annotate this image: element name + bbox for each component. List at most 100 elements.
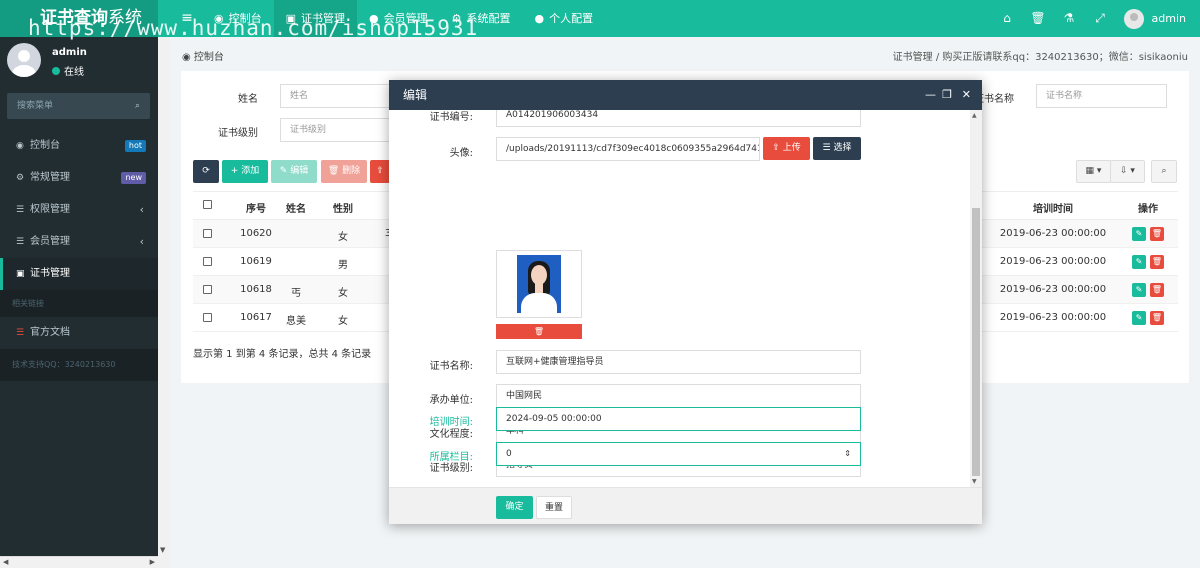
delete-row-icon[interactable]: 🗑 bbox=[1150, 255, 1164, 269]
scroll-left-icon[interactable]: ◀ bbox=[3, 558, 8, 566]
row-checkbox[interactable] bbox=[203, 257, 212, 266]
sidebar-item-dashboard[interactable]: ◉ 控制台 hot bbox=[0, 130, 158, 162]
org-label: 承办单位: bbox=[429, 395, 473, 406]
breadcrumb[interactable]: ◉ 控制台 bbox=[182, 48, 224, 63]
export-button[interactable]: ⇩ ▾ bbox=[1110, 160, 1145, 183]
sidebar-item-members[interactable]: ☰ 会员管理 ‹ bbox=[0, 226, 158, 258]
column-header-train-time[interactable]: 培训时间 bbox=[993, 200, 1113, 215]
trash-icon[interactable]: 🗑 bbox=[1023, 0, 1054, 37]
refresh-button[interactable]: ⟳ bbox=[193, 160, 219, 183]
username: admin bbox=[1151, 12, 1186, 25]
language-icon[interactable]: ⚗ bbox=[1054, 0, 1085, 37]
filter-level-input[interactable]: 证书级别 bbox=[280, 118, 390, 142]
topnav-members-label: 会员管理 bbox=[383, 12, 428, 25]
filter-name-input[interactable]: 姓名 bbox=[280, 84, 390, 108]
row-checkbox[interactable] bbox=[203, 229, 212, 238]
sidebar-item-permissions[interactable]: ☰ 权限管理 ‹ bbox=[0, 194, 158, 226]
delete-row-icon[interactable]: 🗑 bbox=[1150, 283, 1164, 297]
sidebar-item-label: 会员管理 bbox=[30, 236, 70, 247]
sidebar-item-certificates[interactable]: ▣ 证书管理 bbox=[0, 258, 158, 290]
maximize-icon[interactable]: ❐ bbox=[942, 80, 952, 110]
modal-header[interactable]: 编辑 — ❐ ✕ bbox=[389, 80, 982, 110]
avatar-path-input[interactable]: /uploads/20191113/cd7f309ec4018c0609355a… bbox=[496, 137, 760, 161]
sidebar-item-label: 控制台 bbox=[30, 140, 60, 151]
upload-button[interactable]: ⇪ 上传 bbox=[763, 137, 810, 160]
column-header-name[interactable]: 姓名 bbox=[273, 200, 319, 215]
scroll-up-icon[interactable]: ▲ bbox=[972, 112, 977, 119]
train-time-input[interactable]: 2024-09-05 00:00:00 bbox=[496, 407, 861, 431]
topnav-certificates[interactable]: ▣ 证书管理 bbox=[273, 0, 358, 37]
sidebar-item-label: 常规管理 bbox=[30, 172, 70, 183]
dashboard-icon: ◉ bbox=[214, 12, 224, 25]
modal-scrollbar[interactable]: ▲ ▼ bbox=[970, 110, 982, 487]
row-train-time: 2019-06-23 00:00:00 bbox=[999, 284, 1107, 295]
search-placeholder: 搜索菜单 bbox=[17, 101, 54, 111]
home-icon[interactable]: ⌂ bbox=[992, 0, 1023, 37]
search-icon[interactable]: ⌕ bbox=[135, 93, 140, 119]
edit-button[interactable]: ✎ 编辑 bbox=[271, 160, 317, 183]
top-navbar: 证书查询系统 ≡ ◉ 控制台 ▣ 证书管理 ● 会员管理 ⚙ 系统配置 ● 个人配置 ⌂ … bbox=[0, 0, 1200, 37]
confirm-button[interactable]: 确定 bbox=[496, 496, 533, 519]
delete-button[interactable]: 🗑 删除 bbox=[321, 160, 367, 183]
row-gender: 男 bbox=[338, 260, 348, 271]
horizontal-scrollbar[interactable]: ◀ ▶ bbox=[0, 556, 158, 568]
add-button[interactable]: + 添加 bbox=[222, 160, 268, 183]
column-header-gender[interactable]: 性别 bbox=[320, 200, 366, 215]
sidebar-item-general[interactable]: ⚙ 常规管理 new bbox=[0, 162, 158, 194]
select-file-button[interactable]: ☰ 选择 bbox=[813, 137, 861, 160]
sidebar-scrollbar[interactable]: ▼ bbox=[158, 37, 170, 568]
breadcrumb-item[interactable]: 控制台 bbox=[194, 52, 224, 63]
status-dot-icon bbox=[52, 66, 60, 75]
search-toggle-button[interactable]: ⌕ bbox=[1151, 160, 1177, 183]
delete-row-icon[interactable]: 🗑 bbox=[1150, 311, 1164, 325]
topnav-members[interactable]: ● 会员管理 bbox=[357, 0, 440, 37]
scroll-right-icon[interactable]: ▶ bbox=[150, 558, 155, 566]
minimize-icon[interactable]: — bbox=[925, 80, 936, 110]
topnav-system-config-label: 系统配置 bbox=[466, 12, 511, 25]
user-menu[interactable]: admin bbox=[1116, 8, 1200, 29]
edit-row-icon[interactable]: ✎ bbox=[1132, 255, 1146, 269]
select-all-checkbox[interactable] bbox=[203, 200, 212, 209]
close-icon[interactable]: ✕ bbox=[962, 80, 971, 110]
edit-row-icon[interactable]: ✎ bbox=[1132, 227, 1146, 241]
row-checkbox[interactable] bbox=[203, 313, 212, 322]
topnav-profile[interactable]: ● 个人配置 bbox=[523, 0, 606, 37]
reset-button[interactable]: 重置 bbox=[536, 496, 572, 519]
sidebar-item-docs[interactable]: ☰ 官方文档 bbox=[0, 317, 158, 349]
fullscreen-icon[interactable]: ⤢ bbox=[1085, 0, 1116, 37]
row-id: 10620 bbox=[240, 228, 272, 239]
filter-level-label: 证书级别 bbox=[218, 128, 258, 139]
org-input[interactable]: 中国网民 bbox=[496, 384, 861, 408]
scroll-down-icon[interactable]: ▼ bbox=[160, 546, 165, 554]
delete-row-icon[interactable]: 🗑 bbox=[1150, 227, 1164, 241]
scroll-thumb[interactable] bbox=[972, 208, 980, 476]
edit-row-icon[interactable]: ✎ bbox=[1132, 311, 1146, 325]
cert-name-input[interactable]: 互联网+健康管理指导员 bbox=[496, 350, 861, 374]
row-train-time: 2019-06-23 00:00:00 bbox=[999, 256, 1107, 267]
topnav-system-config[interactable]: ⚙ 系统配置 bbox=[440, 0, 523, 37]
sidebar-item-label: 权限管理 bbox=[30, 204, 70, 215]
topnav-profile-label: 个人配置 bbox=[549, 12, 594, 25]
app-logo[interactable]: 证书查询系统 bbox=[0, 0, 158, 37]
edit-row-icon[interactable]: ✎ bbox=[1132, 283, 1146, 297]
topnav-dashboard[interactable]: ◉ 控制台 bbox=[202, 0, 274, 37]
topnav-dashboard-label: 控制台 bbox=[228, 12, 262, 25]
cert-no-input[interactable]: A014201906003434 bbox=[496, 110, 861, 127]
scroll-down-icon[interactable]: ▼ bbox=[972, 478, 977, 485]
filter-name-label: 姓名 bbox=[238, 94, 258, 105]
columns-toggle-button[interactable]: ▦ ▾ bbox=[1076, 160, 1111, 183]
chevron-left-icon: ‹ bbox=[139, 203, 144, 216]
sidebar-user-panel: admin 在线 bbox=[0, 37, 158, 85]
sidebar-item-label: 证书管理 bbox=[30, 268, 70, 279]
sidebar-search-input[interactable]: 搜索菜单 ⌕ bbox=[7, 93, 150, 119]
filter-cert-name-input[interactable]: 证书名称 bbox=[1036, 84, 1167, 108]
sidebar-toggle-icon[interactable]: ≡ bbox=[172, 0, 202, 37]
import-button[interactable]: ⇪ bbox=[370, 160, 390, 183]
sidebar-footer: 技术支持QQ：3240213630 bbox=[0, 349, 158, 381]
delete-photo-button[interactable]: 🗑 bbox=[496, 324, 582, 339]
number-spinner-icon[interactable]: ⇕ bbox=[844, 443, 851, 465]
id-card-icon: ▣ bbox=[16, 269, 25, 279]
status-text: 在线 bbox=[64, 67, 84, 78]
row-checkbox[interactable] bbox=[203, 285, 212, 294]
column-number-input[interactable]: 0 ⇕ bbox=[496, 442, 861, 466]
